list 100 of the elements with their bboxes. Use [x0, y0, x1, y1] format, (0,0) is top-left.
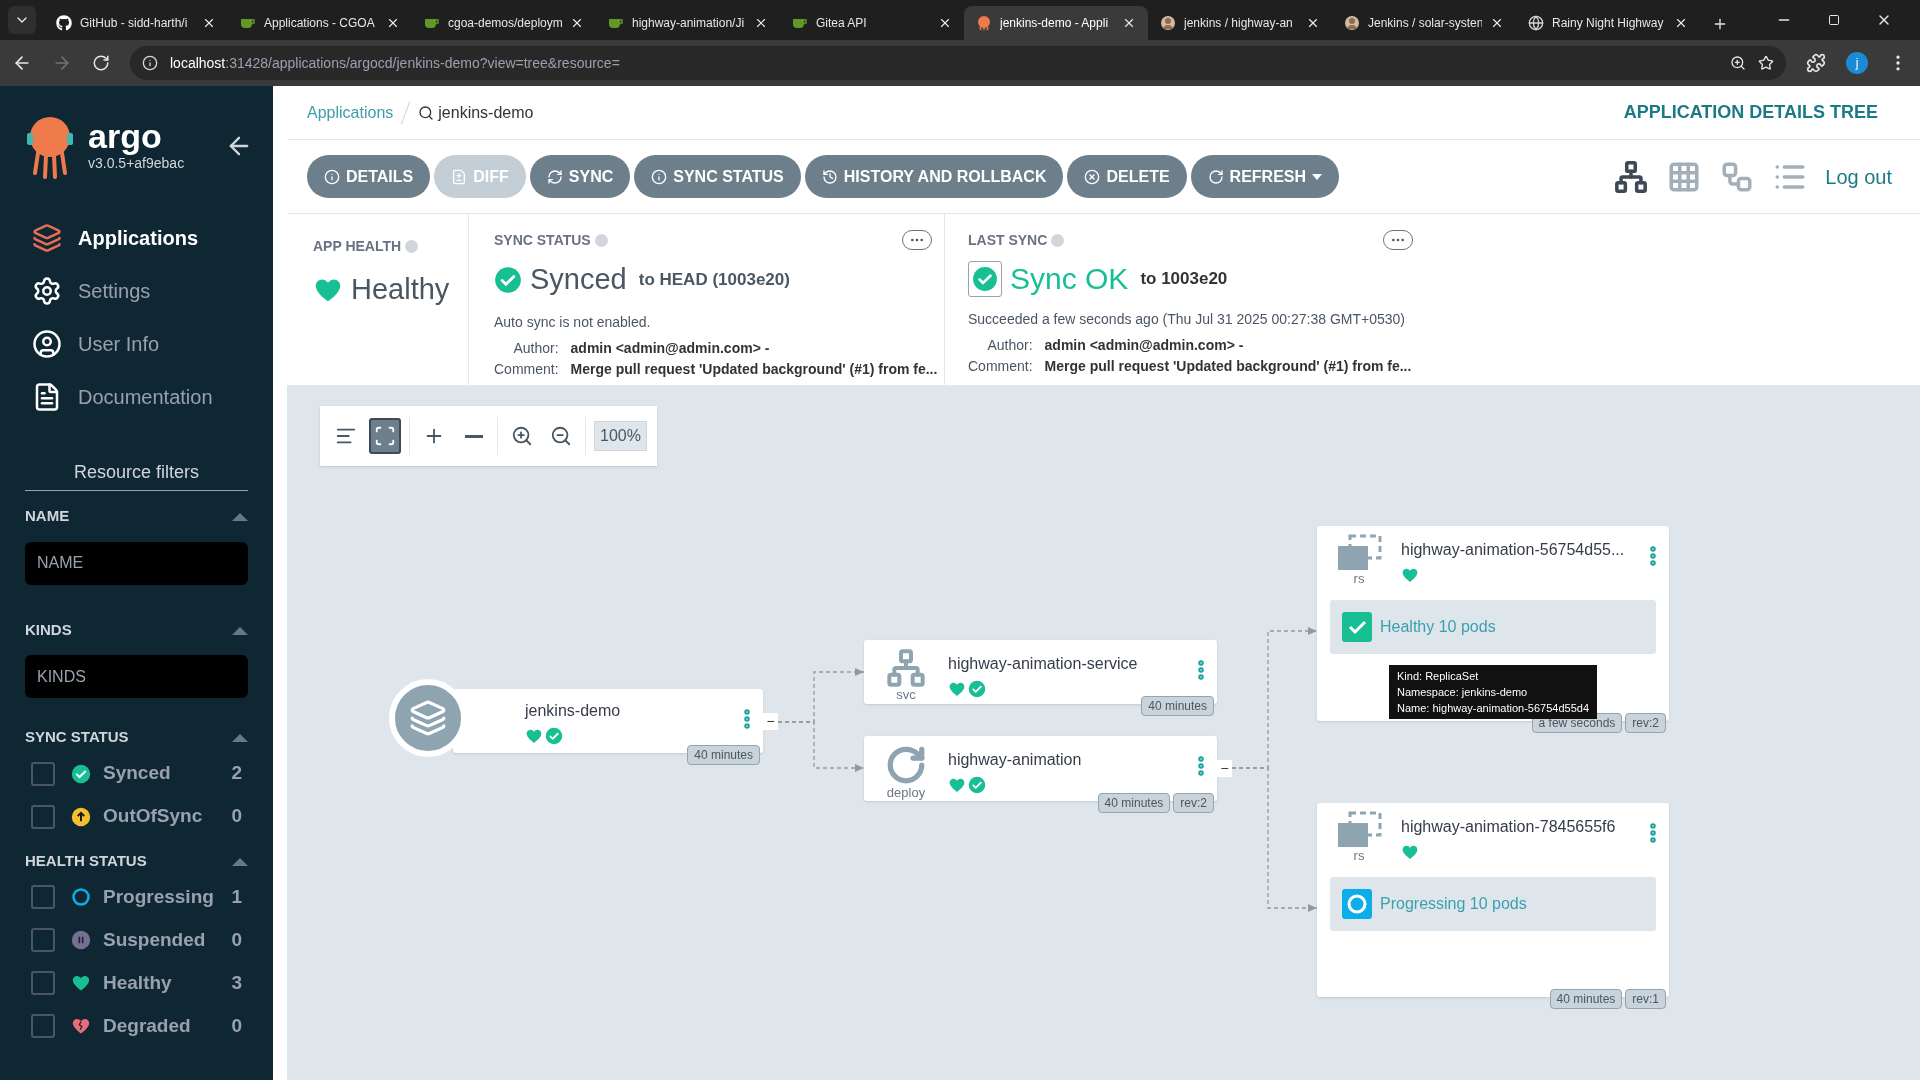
zoom-level-field[interactable]: 100% — [594, 421, 647, 451]
browser-tab[interactable]: Jenkins / solar-systen — [1332, 6, 1516, 40]
filters-title: Resource filters — [73, 462, 199, 482]
file-diff-icon — [451, 168, 468, 185]
globe-icon — [1528, 15, 1544, 31]
logout-link[interactable]: Log out — [1825, 161, 1900, 192]
filter-count: 0 — [231, 927, 243, 952]
zoom-icon[interactable] — [1730, 55, 1746, 71]
close-icon[interactable] — [1490, 16, 1504, 30]
filter-count: 3 — [231, 970, 243, 995]
browser-tab[interactable]: Gitea API — [780, 6, 964, 40]
collapse-caret-icon[interactable] — [232, 732, 248, 743]
close-icon[interactable] — [570, 16, 584, 30]
collapse-caret-icon[interactable] — [232, 511, 248, 522]
settings-icon — [32, 276, 62, 306]
close-icon[interactable] — [754, 16, 768, 30]
github-icon — [56, 15, 72, 31]
resource-name: highway-animation-7845655f6 — [1401, 817, 1617, 837]
close-icon[interactable] — [386, 16, 400, 30]
sync-note: Auto sync is not enabled. — [494, 312, 652, 332]
close-icon[interactable] — [1122, 16, 1136, 30]
info-icon — [324, 168, 340, 185]
filter-heading: SYNC STATUS — [25, 727, 129, 747]
collapse-caret-icon[interactable] — [232, 624, 248, 635]
extensions-icon[interactable] — [1806, 53, 1826, 73]
filter-count: 1 — [231, 884, 243, 909]
section-label: APP HEALTH — [313, 238, 402, 254]
resource-name: highway-animation-56754d55... — [1401, 540, 1626, 560]
meta-label: Author: — [512, 338, 559, 358]
filter-input[interactable]: KINDS — [25, 655, 248, 698]
filter-heading: KINDS — [25, 619, 72, 640]
resource-name: highway-animation — [948, 750, 1083, 770]
reload-icon[interactable] — [92, 54, 110, 72]
action-button[interactable]: SYNC — [529, 155, 631, 198]
caret-icon — [1312, 173, 1323, 180]
checkbox[interactable] — [31, 971, 55, 995]
ring-icon — [71, 887, 91, 907]
checkbox[interactable] — [31, 804, 55, 829]
version-text: v3.0.5+af9ebac — [88, 154, 185, 173]
browser-tab[interactable]: jenkins / highway-an — [1148, 6, 1332, 40]
profile-avatar[interactable]: j — [1846, 52, 1868, 74]
maximize-icon[interactable] — [1828, 14, 1840, 26]
layers-icon — [409, 699, 447, 737]
collapse-toggle[interactable]: − — [1217, 760, 1232, 777]
checkbox[interactable] — [31, 1014, 55, 1038]
browser-tab[interactable]: GitHub - sidd-harth/i — [44, 6, 228, 40]
action-button[interactable]: SYNC STATUS — [634, 155, 801, 198]
minus-icon — [464, 434, 483, 438]
sync-result: Sync OK — [1010, 261, 1129, 297]
new-tab-icon[interactable] — [1712, 16, 1728, 32]
filter-heading: NAME — [25, 506, 70, 526]
fit-button[interactable] — [369, 418, 402, 454]
nav-item[interactable]: User Info — [0, 326, 273, 362]
collapse-caret-icon[interactable] — [232, 855, 248, 866]
tab-title: cgoa-demos/deploym — [448, 15, 562, 32]
filter-count: 0 — [231, 1013, 243, 1038]
action-button[interactable]: DETAILS — [307, 155, 431, 198]
age-badge: 40 minutes — [687, 745, 760, 765]
address-bar[interactable]: localhost:31428/applications/argocd/jenkins-demo?view=tree&resource= — [130, 46, 1786, 80]
collapse-toggle[interactable]: − — [763, 713, 778, 730]
browser-tab[interactable]: highway-animation/Ji — [596, 6, 780, 40]
section-label: SYNC STATUS — [494, 232, 591, 248]
filter-option-label: Healthy — [103, 970, 173, 995]
tab-list-button[interactable] — [8, 6, 36, 34]
app-name: jenkins-demo — [438, 102, 534, 123]
filter-input[interactable]: NAME — [25, 541, 248, 585]
tab-title: Rainy Night Highway — [1552, 15, 1665, 32]
checkbox[interactable] — [31, 885, 55, 909]
sync-target: to 1003e20 — [1140, 267, 1228, 290]
kind-label: deploy — [886, 786, 926, 800]
user-icon — [32, 329, 62, 359]
close-icon[interactable] — [1306, 16, 1320, 30]
tab-title: Applications - CGOA — [264, 15, 376, 32]
close-icon[interactable] — [938, 16, 952, 30]
checkbox[interactable] — [31, 928, 55, 952]
browser-tab[interactable]: cgoa-demos/deploym — [412, 6, 596, 40]
bookmark-icon[interactable] — [1758, 55, 1774, 71]
age-badge: rev:2 — [1173, 793, 1214, 813]
tree-view-icon[interactable] — [1613, 159, 1650, 194]
browser-tab[interactable]: Applications - CGOA — [228, 6, 412, 40]
checkbox[interactable] — [31, 761, 55, 786]
brand-name: argo — [88, 118, 163, 153]
nav-item[interactable]: Settings — [0, 273, 273, 309]
tab-title: jenkins-demo - Appli — [1000, 15, 1110, 32]
browser-tab[interactable]: jenkins-demo - Appli — [964, 6, 1148, 40]
action-button[interactable]: HISTORY AND ROLLBACK — [804, 155, 1064, 198]
nav-item[interactable]: Documentation — [0, 379, 273, 415]
tab-title: GitHub - sidd-harth/i — [80, 15, 189, 32]
browser-tab[interactable]: Rainy Night Highway — [1516, 6, 1700, 40]
action-button[interactable]: DELETE — [1067, 155, 1187, 198]
kind-label: rs — [1353, 849, 1365, 863]
tooltip-line: Kind: ReplicaSet — [1397, 669, 1480, 684]
filter-option-label: Suspended — [103, 927, 207, 952]
nav-item[interactable]: Applications — [0, 220, 273, 256]
action-button[interactable]: REFRESH — [1190, 155, 1340, 198]
close-icon[interactable] — [202, 16, 216, 30]
mascot-icon — [976, 15, 992, 31]
resource-name: jenkins-demo — [525, 701, 621, 721]
close-icon[interactable] — [1674, 16, 1688, 30]
sync-value: Synced — [530, 262, 627, 297]
